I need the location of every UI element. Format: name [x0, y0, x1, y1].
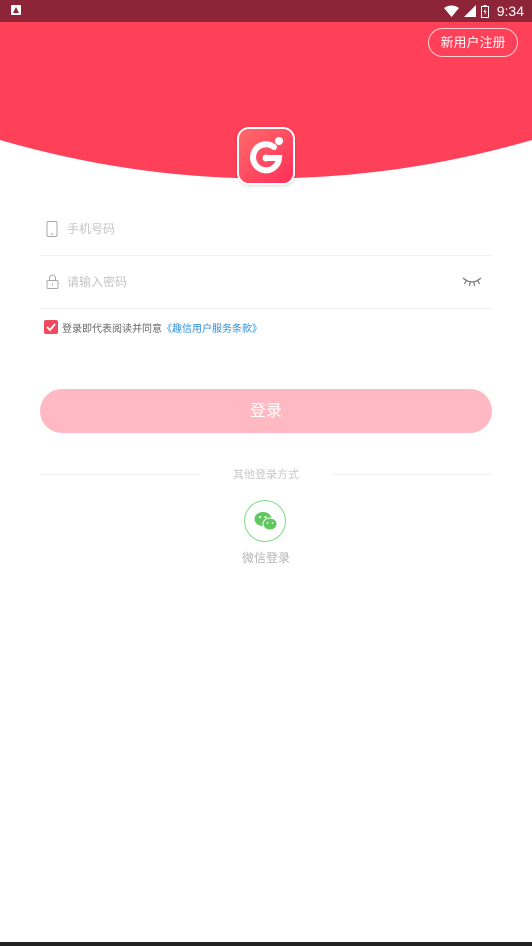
agreement-text: 登录即代表阅读并同意 [62, 323, 162, 335]
phone-field-row [40, 203, 492, 256]
android-notification-icon [11, 5, 21, 15]
signal-icon [463, 5, 476, 17]
agreement-checkbox[interactable] [44, 320, 58, 334]
other-login-title: 其他登录方式 [200, 466, 332, 482]
status-icons: 9:34 [443, 0, 524, 22]
wechat-login-label[interactable]: 微信登录 [216, 549, 316, 566]
wifi-icon [443, 5, 459, 17]
lock-icon [46, 274, 59, 289]
divider-left [40, 474, 220, 475]
register-button[interactable]: 新用户注册 [428, 28, 518, 57]
bottom-edge [0, 942, 532, 946]
terms-link[interactable]: 《趣信用户服务条款》 [162, 320, 262, 335]
status-time: 9:34 [496, 3, 524, 19]
password-field-row [40, 256, 492, 309]
login-button[interactable]: 登录 [40, 389, 492, 433]
phone-input[interactable] [67, 217, 447, 241]
wechat-login-button[interactable] [244, 500, 286, 542]
phone-icon [46, 221, 58, 237]
wechat-icon [254, 512, 278, 531]
status-bar: 9:34 [0, 0, 532, 22]
battery-icon [480, 4, 489, 18]
app-logo [237, 127, 295, 185]
eye-closed-icon[interactable] [462, 276, 482, 288]
divider-right [312, 474, 492, 475]
password-input[interactable] [67, 270, 447, 294]
check-icon [46, 323, 56, 332]
agreement-row: 登录即代表阅读并同意 《趣信用户服务条款》 [44, 319, 262, 335]
